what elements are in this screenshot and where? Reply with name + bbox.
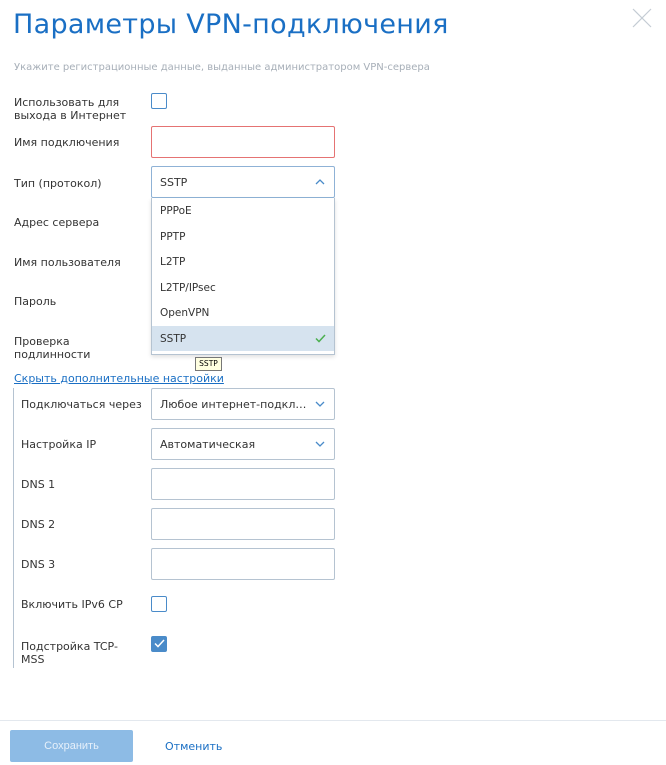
- tcp-mss-checkbox[interactable]: [151, 636, 167, 652]
- server-address-label: Адрес сервера: [14, 216, 100, 229]
- ipv6cp-label: Включить IPv6 CP: [21, 598, 123, 611]
- page-title: Параметры VPN-подключения: [13, 9, 449, 40]
- type-select[interactable]: SSTP: [151, 166, 335, 198]
- type-option-pppoe[interactable]: PPPoE: [152, 198, 334, 224]
- tcp-mss-label: Подстройка TCP-MSS: [21, 640, 118, 666]
- dns1-label: DNS 1: [21, 478, 56, 491]
- type-dropdown-list: PPPoE PPTP L2TP L2TP/IPsec OpenVPN SSTP: [151, 198, 335, 355]
- chevron-up-icon: [315, 179, 325, 185]
- cancel-button[interactable]: Отменить: [165, 740, 222, 753]
- type-option-openvpn[interactable]: OpenVPN: [152, 300, 334, 326]
- type-option-l2tp[interactable]: L2TP: [152, 249, 334, 275]
- chevron-down-icon: [315, 401, 325, 407]
- connect-via-label: Подключаться через: [21, 398, 142, 411]
- password-label: Пароль: [14, 295, 57, 308]
- connection-name-input[interactable]: [152, 127, 334, 157]
- ip-setup-select[interactable]: Автоматическая: [151, 428, 335, 460]
- username-label: Имя пользователя: [14, 256, 121, 269]
- connection-name-label: Имя подключения: [14, 136, 120, 149]
- dns3-label: DNS 3: [21, 558, 56, 571]
- ip-setup-value: Автоматическая: [160, 438, 256, 451]
- chevron-down-icon: [315, 441, 325, 447]
- check-icon: [315, 333, 326, 343]
- dns3-input[interactable]: [152, 549, 334, 579]
- type-option-pptp[interactable]: PPTP: [152, 224, 334, 250]
- dns2-field[interactable]: [151, 508, 335, 540]
- use-for-internet-checkbox[interactable]: [151, 93, 167, 109]
- hide-advanced-link[interactable]: Скрыть дополнительные настройки: [14, 372, 224, 385]
- close-icon[interactable]: [630, 6, 654, 30]
- ipv6cp-checkbox[interactable]: [151, 596, 167, 612]
- type-option-l2tp-ipsec[interactable]: L2TP/IPsec: [152, 275, 334, 301]
- advanced-section-line: [13, 388, 14, 668]
- check-icon: [154, 639, 165, 648]
- ip-setup-label: Настройка IP: [21, 438, 97, 451]
- connection-name-field[interactable]: [151, 126, 335, 158]
- dns2-input[interactable]: [152, 509, 334, 539]
- type-select-value: SSTP: [160, 176, 188, 189]
- type-option-sstp[interactable]: SSTP: [152, 325, 334, 351]
- use-for-internet-label: Использовать для выхода в Интернет: [14, 96, 127, 122]
- sstp-tooltip: SSTP: [195, 357, 222, 371]
- connect-via-select[interactable]: Любое интернет-подключение: [151, 388, 335, 420]
- connect-via-value: Любое интернет-подключение: [160, 398, 312, 411]
- dns1-field[interactable]: [151, 468, 335, 500]
- save-button[interactable]: Сохранить: [10, 730, 133, 762]
- dns2-label: DNS 2: [21, 518, 56, 531]
- footer-divider: [0, 720, 666, 721]
- dns1-input[interactable]: [152, 469, 334, 499]
- type-label: Тип (протокол): [14, 177, 102, 190]
- auth-label: Проверка подлинности: [14, 335, 91, 361]
- dns3-field[interactable]: [151, 548, 335, 580]
- dialog-subtitle: Укажите регистрационные данные, выданные…: [14, 62, 430, 73]
